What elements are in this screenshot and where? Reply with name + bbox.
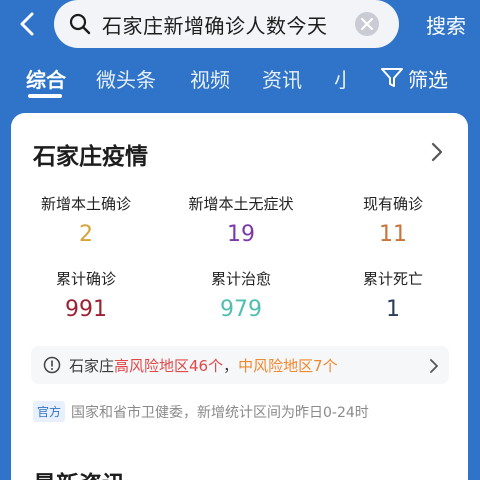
stat-label: 新增本土无症状 xyxy=(188,195,294,213)
mid-risk-count: 中风险地区7个 xyxy=(238,357,338,375)
stat-value: 1 xyxy=(386,297,400,322)
stat-value: 2 xyxy=(79,222,93,247)
stat-new-local-confirmed: 新增本土确诊 2 xyxy=(11,193,161,247)
stat-label: 累计确诊 xyxy=(55,270,116,288)
top-bar: 石家庄新增确诊人数今天 搜索 xyxy=(0,0,480,50)
tab-micro-headlines[interactable]: 微头条 xyxy=(96,64,156,93)
search-icon xyxy=(69,13,91,35)
stat-value: 19 xyxy=(227,222,255,247)
stat-total-confirmed: 累计确诊 991 xyxy=(11,268,161,322)
stat-label: 新增本土确诊 xyxy=(40,195,131,213)
high-risk-count: 高风险地区46个 xyxy=(114,357,224,375)
search-query-text: 石家庄新增确诊人数今天 xyxy=(102,14,328,38)
stat-total-deaths: 累计死亡 1 xyxy=(318,268,468,322)
active-tab-indicator xyxy=(28,94,62,98)
tab-videos[interactable]: 视频 xyxy=(190,64,230,93)
stat-total-recovered: 累计治愈 979 xyxy=(166,268,316,322)
risk-separator: ， xyxy=(223,357,239,375)
epidemic-card: 石家庄疫情 新增本土确诊 2 新增本土无症状 19 现有确诊 11 累计确诊 9… xyxy=(11,113,468,480)
close-icon xyxy=(361,18,373,30)
stat-label: 累计治愈 xyxy=(210,270,271,288)
stat-value: 11 xyxy=(379,222,407,247)
card-title[interactable]: 石家庄疫情 xyxy=(33,137,148,171)
tab-bar: 综合 微头条 视频 资讯 小 筛选 xyxy=(0,58,480,98)
info-icon xyxy=(43,356,61,374)
tab-partial[interactable]: 小 xyxy=(334,64,348,93)
latest-news-title[interactable]: 最新资讯 xyxy=(33,465,125,480)
risk-area-notice[interactable]: 石家庄高风险地区46个，中风险地区7个 xyxy=(31,346,449,384)
back-button[interactable] xyxy=(14,10,42,38)
chevron-right-icon[interactable] xyxy=(430,141,444,163)
search-input[interactable]: 石家庄新增确诊人数今天 xyxy=(54,0,399,48)
data-source: 官方 国家和省市卫健委，新增统计区间为昨日0-24时 xyxy=(33,401,369,422)
stat-label: 累计死亡 xyxy=(362,270,423,288)
stat-value: 979 xyxy=(220,297,262,322)
tab-news[interactable]: 资讯 xyxy=(262,64,302,93)
stat-value: 991 xyxy=(65,297,107,322)
source-text: 国家和省市卫健委，新增统计区间为昨日0-24时 xyxy=(71,404,369,421)
search-button[interactable]: 搜索 xyxy=(426,10,466,39)
stat-new-local-asymptomatic: 新增本土无症状 19 xyxy=(166,193,316,247)
risk-area-text: 石家庄高风险地区46个，中风险地区7个 xyxy=(69,355,338,376)
back-arrow-icon xyxy=(20,12,34,36)
official-badge: 官方 xyxy=(33,401,66,422)
filter-label: 筛选 xyxy=(408,68,448,92)
clear-search-button[interactable] xyxy=(355,12,379,36)
tab-comprehensive[interactable]: 综合 xyxy=(26,64,66,93)
chevron-right-icon xyxy=(430,359,438,373)
stat-label: 现有确诊 xyxy=(362,195,423,213)
filter-icon xyxy=(381,68,403,87)
risk-city: 石家庄 xyxy=(69,357,115,375)
stat-current-confirmed: 现有确诊 11 xyxy=(318,193,468,247)
